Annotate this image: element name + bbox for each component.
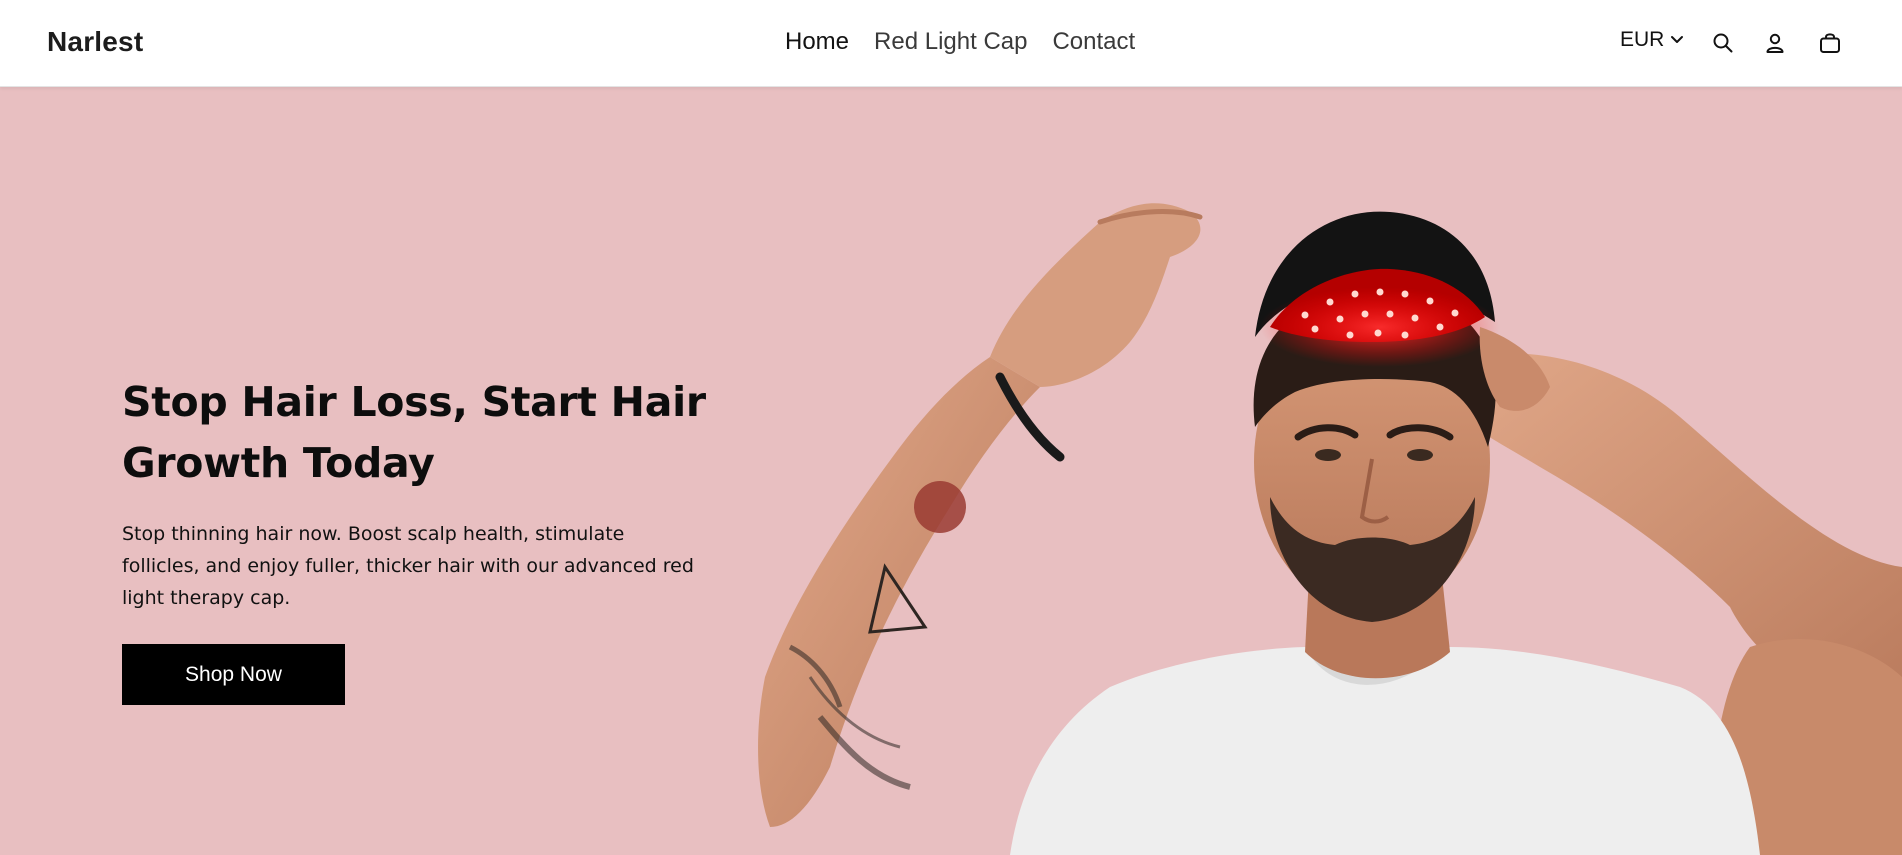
shop-now-label: Shop Now [185, 662, 282, 686]
nav-item-contact[interactable]: Contact [1052, 26, 1135, 58]
account-icon [1766, 33, 1784, 53]
currency-label: EUR [1620, 28, 1665, 51]
chevron-down-icon [1671, 36, 1684, 43]
main-nav: Home Red Light Cap Contact [785, 26, 1160, 58]
hero-title: Stop Hair Loss, Start Hair Growth Today [122, 378, 706, 487]
currency-selector[interactable]: EUR [1620, 28, 1684, 52]
site-header: Narlest Home Red Light Cap Contact EUR [0, 0, 1902, 87]
search-icon [1713, 33, 1733, 53]
header-tools: EUR [1572, 26, 1902, 60]
nav-item-red-light-cap[interactable]: Red Light Cap [874, 26, 1027, 58]
hero-description: Stop thinning hair now. Boost scalp heal… [122, 523, 694, 609]
hero-content: Stop Hair Loss, Start Hair Growth Today … [122, 372, 722, 705]
cart-button[interactable] [1815, 28, 1845, 58]
search-button[interactable] [1708, 28, 1738, 58]
hero-photo [758, 203, 1902, 855]
hero-banner: Stop Hair Loss, Start Hair Growth Today … [0, 87, 1902, 855]
shop-now-button[interactable]: Shop Now [122, 644, 345, 705]
brand-logo[interactable]: Narlest [47, 26, 143, 58]
account-button[interactable] [1760, 28, 1790, 58]
cart-icon [1820, 33, 1840, 53]
nav-item-home[interactable]: Home [785, 26, 849, 58]
